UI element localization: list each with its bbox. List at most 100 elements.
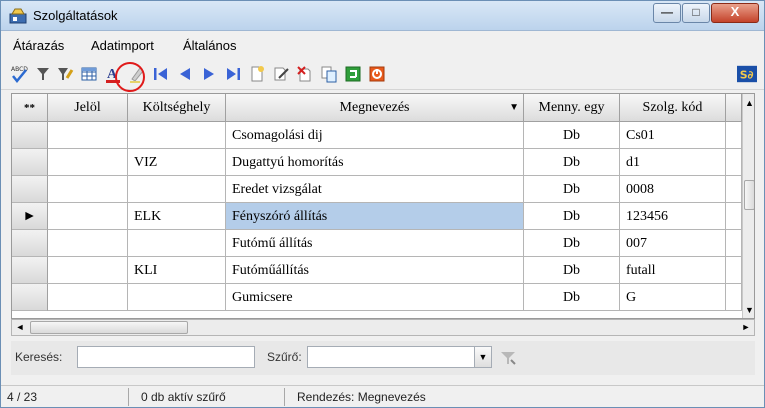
cell-jelol[interactable] (48, 257, 128, 284)
filter-dropdown-button[interactable]: ▼ (474, 346, 492, 368)
cell-koltseghely[interactable]: KLI (128, 257, 226, 284)
horizontal-scrollbar[interactable]: ◄ ► (11, 319, 755, 336)
last-record-icon[interactable] (223, 64, 243, 84)
cell-jelol[interactable] (48, 284, 128, 311)
filter-clear-icon[interactable] (55, 64, 75, 84)
search-input[interactable] (77, 346, 255, 368)
services-window: Szolgáltatások — □ X Átárazás Adatimport… (0, 0, 765, 408)
table-row[interactable]: Gumicsere Db G (12, 284, 742, 311)
cell-kod[interactable]: 0008 (620, 176, 726, 203)
previous-record-icon[interactable] (175, 64, 195, 84)
filter-icon[interactable] (33, 64, 53, 84)
cell-menny[interactable]: Db (524, 230, 620, 257)
cell-jelol[interactable] (48, 203, 128, 230)
close-button[interactable]: X (711, 3, 759, 23)
stop-icon[interactable] (367, 64, 387, 84)
row-marker[interactable] (12, 284, 48, 311)
font-color-icon[interactable]: A (103, 64, 123, 84)
scroll-left-icon[interactable]: ◄ (12, 320, 28, 335)
cell-kod[interactable]: G (620, 284, 726, 311)
vertical-scrollbar[interactable]: ▲ ▼ (742, 94, 754, 318)
table-row[interactable]: ► ELK Fényszóró állítás Db 123456 (12, 203, 742, 230)
cell-kod[interactable]: 007 (620, 230, 726, 257)
active-filter-count: 0 db aktív szűrő (135, 388, 285, 406)
scroll-down-icon[interactable]: ▼ (743, 302, 754, 318)
cell-megnevezes[interactable]: Futóműállítás (226, 257, 524, 284)
minimize-button[interactable]: — (653, 3, 681, 23)
refresh-icon[interactable] (343, 64, 363, 84)
cell-menny[interactable]: Db (524, 176, 620, 203)
menu-atarazas[interactable]: Átárazás (13, 38, 64, 53)
new-record-icon[interactable] (247, 64, 267, 84)
grid-layout-icon[interactable] (79, 64, 99, 84)
cell-menny[interactable]: Db (524, 122, 620, 149)
cell-menny[interactable]: Db (524, 149, 620, 176)
svg-text:A: A (107, 67, 118, 82)
cell-megnevezes[interactable]: Dugattyú homorítás (226, 149, 524, 176)
horizontal-scroll-thumb[interactable] (30, 321, 188, 334)
column-header-menny[interactable]: Menny. egy (524, 94, 620, 122)
search-panel: Keresés: Szűrő: ▼ (11, 341, 755, 375)
cell-koltseghely[interactable] (128, 284, 226, 311)
filter-combo[interactable] (307, 346, 475, 368)
maximize-button[interactable]: □ (682, 3, 710, 23)
table-row[interactable]: Futómű állítás Db 007 (12, 230, 742, 257)
highlighter-icon[interactable] (127, 64, 147, 84)
table-row[interactable]: Csomagolási dij Db Cs01 (12, 122, 742, 149)
cell-kod[interactable]: 123456 (620, 203, 726, 230)
menu-adatimport[interactable]: Adatimport (91, 38, 154, 53)
cell-koltseghely[interactable] (128, 122, 226, 149)
copy-record-icon[interactable] (319, 64, 339, 84)
next-record-icon[interactable] (199, 64, 219, 84)
cell-koltseghely[interactable]: ELK (128, 203, 226, 230)
status-bar: 4 / 23 0 db aktív szűrő Rendezés: Megnev… (1, 385, 764, 407)
cell-megnevezes[interactable]: Eredet vizsgálat (226, 176, 524, 203)
column-header-megnevezes[interactable]: Megnevezés ▼ (226, 94, 524, 122)
cell-koltseghely[interactable]: VIZ (128, 149, 226, 176)
cell-kod[interactable]: d1 (620, 149, 726, 176)
cell-megnevezes[interactable]: Gumicsere (226, 284, 524, 311)
cell-jelol[interactable] (48, 122, 128, 149)
cell-kod[interactable]: Cs01 (620, 122, 726, 149)
cell-jelol[interactable] (48, 149, 128, 176)
cell-megnevezes[interactable]: Csomagolási dij (226, 122, 524, 149)
table-row[interactable]: Eredet vizsgálat Db 0008 (12, 176, 742, 203)
column-header-jelol[interactable]: Jelöl (48, 94, 128, 122)
column-header-koltseghely[interactable]: Költséghely (128, 94, 226, 122)
row-marker[interactable] (12, 122, 48, 149)
cell-menny[interactable]: Db (524, 257, 620, 284)
delete-record-icon[interactable] (295, 64, 315, 84)
scroll-up-icon[interactable]: ▲ (743, 95, 754, 111)
table-row[interactable]: KLI Futóműállítás Db futall (12, 257, 742, 284)
cell-kod[interactable]: futall (620, 257, 726, 284)
cell-menny[interactable]: Db (524, 284, 620, 311)
cell-filler (726, 284, 742, 311)
column-header-marker[interactable]: ** (12, 94, 48, 122)
row-marker[interactable] (12, 230, 48, 257)
row-marker[interactable] (12, 149, 48, 176)
table-row[interactable]: VIZ Dugattyú homorítás Db d1 (12, 149, 742, 176)
row-marker[interactable] (12, 257, 48, 284)
row-marker[interactable]: ► (12, 203, 48, 230)
search-label: Keresés: (15, 350, 63, 364)
scroll-right-icon[interactable]: ► (738, 320, 754, 335)
cell-jelol[interactable] (48, 230, 128, 257)
menu-bar: Átárazás Adatimport Általános (1, 32, 764, 58)
vertical-scroll-thumb[interactable] (744, 180, 754, 210)
cell-jelol[interactable] (48, 176, 128, 203)
record-position: 4 / 23 (1, 388, 129, 406)
spellcheck-icon[interactable]: ABCD (9, 64, 29, 84)
row-marker[interactable] (12, 176, 48, 203)
column-header-kod[interactable]: Szolg. kód (620, 94, 726, 122)
first-record-icon[interactable] (151, 64, 171, 84)
cell-koltseghely[interactable] (128, 230, 226, 257)
menu-altalanos[interactable]: Általános (183, 38, 236, 53)
cell-megnevezes[interactable]: Fényszóró állítás (226, 203, 524, 230)
filter-apply-icon[interactable] (499, 350, 517, 366)
cell-megnevezes[interactable]: Futómű állítás (226, 230, 524, 257)
edit-record-icon[interactable] (271, 64, 291, 84)
cell-koltseghely[interactable] (128, 176, 226, 203)
cell-filler (726, 203, 742, 230)
logo-text: S∂ (740, 69, 754, 82)
cell-menny[interactable]: Db (524, 203, 620, 230)
